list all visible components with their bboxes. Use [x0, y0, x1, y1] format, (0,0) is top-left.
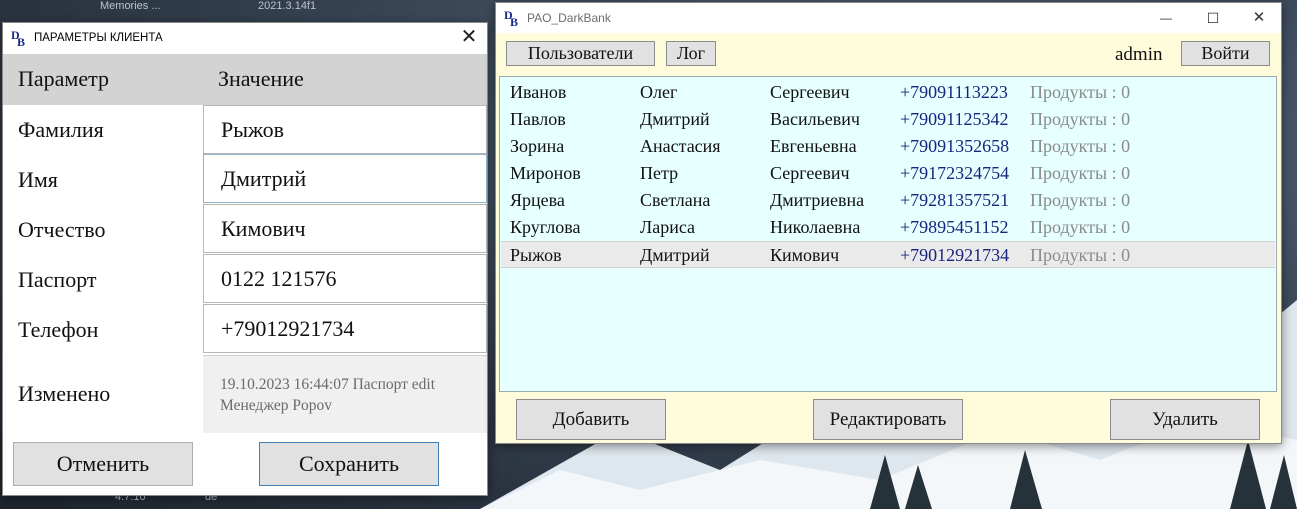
surname-field[interactable]: Рыжов [203, 105, 487, 154]
client-middle-name: Сергеевич [770, 82, 850, 102]
cancel-button[interactable]: Отменить [13, 442, 193, 486]
client-last-name: Зорина [510, 136, 565, 156]
passport-field[interactable]: 0122 121576 [203, 254, 487, 303]
name-field[interactable]: Дмитрий [203, 154, 487, 203]
list-item[interactable]: Зорина Анастасия Евгеньевна +79091352658… [501, 133, 1275, 160]
client-middle-name: Николаевна [770, 217, 861, 237]
close-icon[interactable]: ✕ [1244, 8, 1274, 28]
client-phone: +79172324754 [900, 163, 1010, 183]
client-params-dialog: DB ПАРАМЕТРЫ КЛИЕНТА ✕ Параметр Значение… [2, 22, 488, 496]
save-button[interactable]: Сохранить [259, 442, 439, 486]
client-first-name: Олег [640, 82, 678, 102]
name-value: Дмитрий [221, 166, 307, 191]
client-last-name: Иванов [510, 82, 567, 102]
client-products: Продукты : 0 [1030, 190, 1131, 210]
client-products: Продукты : 0 [1030, 217, 1131, 237]
maximize-icon[interactable]: ☐ [1198, 8, 1228, 28]
phone-value: +79012921734 [221, 316, 355, 341]
client-first-name: Дмитрий [640, 109, 710, 129]
client-first-name: Светлана [640, 190, 711, 210]
params-grid-header: Параметр Значение [3, 54, 487, 105]
client-middle-name: Васильевич [770, 109, 860, 129]
changed-label: Изменено [18, 381, 111, 406]
client-first-name: Петр [640, 163, 679, 183]
client-products: Продукты : 0 [1030, 82, 1131, 102]
patronymic-field[interactable]: Кимович [203, 204, 487, 253]
client-first-name: Анастасия [640, 136, 721, 156]
app-logo-icon: DB [11, 28, 26, 49]
client-phone: +79091125342 [900, 109, 1009, 129]
client-middle-name: Евгеньевна [770, 136, 857, 156]
client-last-name: Круглова [510, 217, 581, 237]
client-phone: +79091113223 [900, 82, 1008, 102]
edit-button[interactable]: Редактировать [813, 399, 963, 440]
login-button[interactable]: Войти [1181, 41, 1270, 66]
desktop-icon-label[interactable]: 2021.3.14f1 [258, 0, 316, 12]
change-history-line: 19.10.2023 16:44:07 Паспорт edit [220, 376, 436, 393]
client-last-name: Миронов [510, 163, 581, 183]
users-button[interactable]: Пользователи [506, 41, 655, 66]
surname-label: Фамилия [18, 117, 104, 142]
client-phone: +79281357521 [900, 190, 1010, 210]
passport-value: 0122 121576 [221, 266, 337, 291]
log-button[interactable]: Лог [666, 41, 716, 66]
client-phone: +79895451152 [900, 217, 1009, 237]
list-item[interactable]: Миронов Петр Сергеевич +79172324754 Прод… [501, 160, 1275, 187]
window-title: PAO_DarkBank [527, 11, 611, 25]
bank-main-window: DB PAO_DarkBank — ☐ ✕ Пользователи Лог a… [495, 2, 1282, 444]
client-middle-name: Кимович [770, 245, 840, 265]
clients-list[interactable]: Иванов Олег Сергеевич +79091113223 Проду… [499, 76, 1277, 392]
app-logo-icon: DB [504, 8, 519, 29]
list-item[interactable]: Павлов Дмитрий Васильевич +79091125342 П… [501, 106, 1275, 133]
dialog-titlebar[interactable]: DB ПАРАМЕТРЫ КЛИЕНТА ✕ [3, 23, 487, 53]
client-phone: +79012921734 [900, 245, 1010, 265]
minimize-icon[interactable]: — [1151, 8, 1181, 28]
delete-button[interactable]: Удалить [1110, 399, 1260, 440]
surname-value: Рыжов [221, 117, 285, 142]
phone-label: Телефон [18, 317, 99, 342]
passport-label: Паспорт [18, 267, 97, 292]
client-last-name: Павлов [510, 109, 566, 129]
client-products: Продукты : 0 [1030, 136, 1131, 156]
list-item[interactable]: Ярцева Светлана Дмитриевна +79281357521 … [501, 187, 1275, 214]
client-first-name: Лариса [640, 217, 696, 237]
change-history-manager: Менеджер Popov [220, 397, 332, 414]
client-middle-name: Сергеевич [770, 163, 850, 183]
list-item-selected[interactable]: Рыжов Дмитрий Кимович +79012921734 Проду… [501, 241, 1275, 268]
phone-field[interactable]: +79012921734 [203, 304, 487, 353]
current-user-label: admin [1115, 44, 1163, 65]
client-products: Продукты : 0 [1030, 163, 1131, 183]
dialog-title: ПАРАМЕТРЫ КЛИЕНТА [34, 32, 163, 44]
add-button[interactable]: Добавить [516, 399, 666, 440]
patronymic-label: Отчество [18, 217, 106, 242]
change-history-note: 19.10.2023 16:44:07 Паспорт edit Менедже… [203, 355, 487, 433]
name-label: Имя [18, 167, 58, 192]
client-products: Продукты : 0 [1030, 109, 1131, 129]
desktop-icon-label[interactable]: Memories ... [100, 0, 161, 12]
client-last-name: Ярцева [510, 190, 565, 210]
column-header-param[interactable]: Параметр [18, 66, 109, 92]
list-item[interactable]: Иванов Олег Сергеевич +79091113223 Проду… [501, 79, 1275, 106]
client-phone: +79091352658 [900, 136, 1010, 156]
client-middle-name: Дмитриевна [770, 190, 865, 210]
window-titlebar[interactable]: DB PAO_DarkBank — ☐ ✕ [496, 3, 1281, 33]
patronymic-value: Кимович [221, 216, 306, 241]
client-last-name: Рыжов [510, 245, 562, 265]
client-products: Продукты : 0 [1030, 245, 1131, 265]
client-first-name: Дмитрий [640, 245, 710, 265]
close-icon[interactable]: ✕ [459, 27, 479, 48]
column-header-value[interactable]: Значение [218, 66, 304, 92]
list-item[interactable]: Круглова Лариса Николаевна +79895451152 … [501, 214, 1275, 241]
